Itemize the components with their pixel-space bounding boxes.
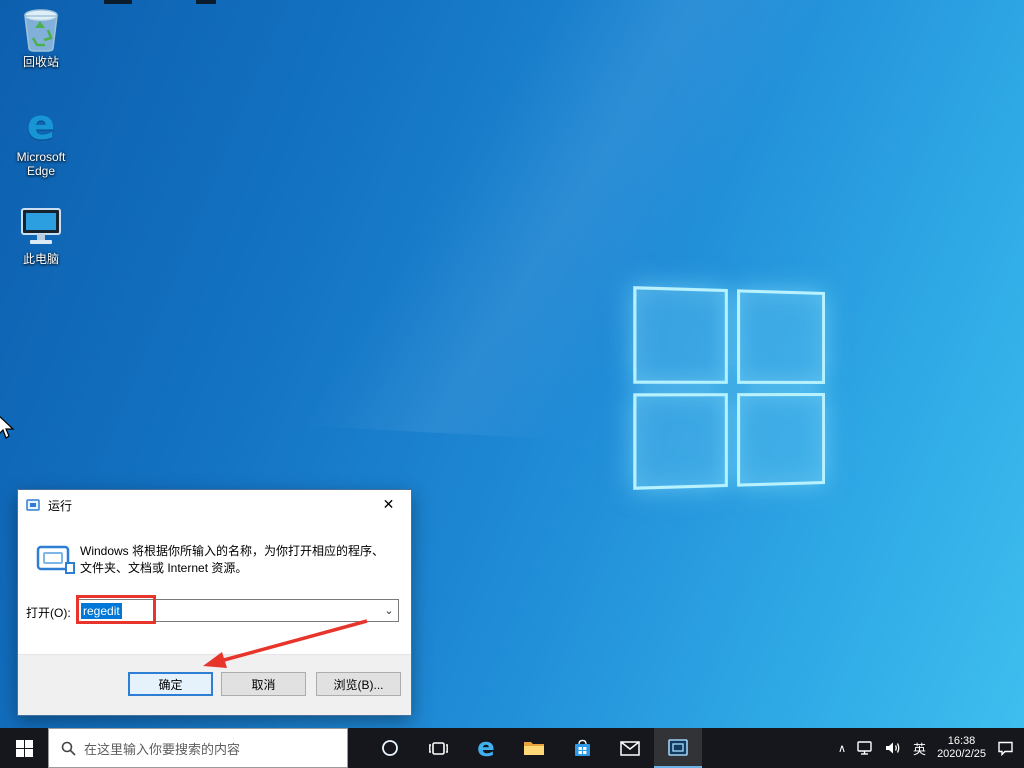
start-button[interactable] <box>0 728 48 768</box>
mail-button[interactable] <box>606 728 654 768</box>
run-dialog-footer: 确定 取消 浏览(B)... <box>18 654 411 715</box>
run-dialog: 运行 ✕ Windows 将根据你所输入的名称，为你打开相应的程序、 文件夹、文… <box>17 489 412 716</box>
desktop-icon-label: 回收站 <box>22 55 59 69</box>
wallpaper-light-beam <box>0 0 1024 477</box>
cortana-icon <box>382 740 398 756</box>
file-explorer-button[interactable] <box>510 728 558 768</box>
microsoft-store-icon <box>574 739 590 756</box>
mail-icon <box>620 740 640 756</box>
open-label: 打开(O): <box>26 606 71 620</box>
screen-artifact <box>104 0 132 4</box>
run-dialog-description: Windows 将根据你所输入的名称，为你打开相应的程序、 文件夹、文档或 In… <box>80 544 385 575</box>
action-center-icon[interactable] <box>997 741 1014 756</box>
volume-icon[interactable] <box>885 741 902 755</box>
desktop-icon-label: 此电脑 <box>22 252 59 266</box>
run-icon <box>36 545 76 580</box>
desktop: 回收站 e Microsoft Edge 此电脑 运行 ✕ Windows 将根… <box>0 0 1024 768</box>
run-command-combobox[interactable]: regedit ⌄ <box>78 599 399 622</box>
run-window-icon <box>668 738 688 756</box>
windows-logo-pane <box>736 289 825 384</box>
system-tray: ∧ 英 16:38 2020/2/25 <box>838 728 1024 768</box>
network-icon[interactable] <box>857 741 874 755</box>
screen-artifact <box>196 0 216 4</box>
task-view-button[interactable] <box>414 728 462 768</box>
cancel-button[interactable]: 取消 <box>221 672 306 696</box>
desktop-icon-recycle-bin[interactable]: 回收站 <box>2 8 80 69</box>
windows-logo-pane <box>736 392 825 487</box>
run-dialog-titlebar[interactable]: 运行 ✕ <box>18 490 411 520</box>
windows-logo <box>633 286 825 490</box>
run-dialog-title-icon <box>26 499 40 511</box>
chevron-down-icon[interactable]: ⌄ <box>380 604 398 617</box>
edge-icon: e <box>477 733 495 763</box>
input-language-indicator[interactable]: 英 <box>913 739 926 758</box>
search-icon <box>61 741 76 756</box>
close-icon[interactable]: ✕ <box>366 490 411 519</box>
microsoft-store-button[interactable] <box>558 728 606 768</box>
start-icon <box>15 739 33 757</box>
taskbar-run-window-button[interactable] <box>654 728 702 768</box>
run-command-input-value[interactable]: regedit <box>81 602 122 619</box>
desktop-icon-label: Microsoft Edge <box>16 150 66 178</box>
tray-expand-icon[interactable]: ∧ <box>838 742 846 755</box>
microsoft-edge-icon: e <box>26 100 56 149</box>
desktop-icon-this-pc[interactable]: 此电脑 <box>2 205 80 266</box>
browse-button[interactable]: 浏览(B)... <box>316 672 401 696</box>
windows-logo-pane <box>633 392 728 490</box>
clock-time: 16:38 <box>947 735 976 747</box>
recycle-bin-icon <box>18 8 64 52</box>
task-view-icon <box>428 741 448 755</box>
taskbar-edge-button[interactable]: e <box>462 728 510 768</box>
clock-date: 2020/2/25 <box>937 748 986 760</box>
windows-logo-pane <box>633 286 728 384</box>
ok-button[interactable]: 确定 <box>128 672 213 696</box>
cortana-button[interactable] <box>366 728 414 768</box>
taskbar-search-input[interactable]: 在这里输入你要搜索的内容 <box>48 728 348 768</box>
desktop-icon-microsoft-edge[interactable]: e Microsoft Edge <box>2 100 80 179</box>
taskbar: 在这里输入你要搜索的内容 e ∧ 英 16:38 2020/2/25 <box>0 728 1024 768</box>
taskbar-clock[interactable]: 16:38 2020/2/25 <box>937 735 986 761</box>
run-dialog-title: 运行 <box>48 498 73 513</box>
search-placeholder: 在这里输入你要搜索的内容 <box>84 741 241 757</box>
file-explorer-icon <box>524 742 544 755</box>
this-pc-icon <box>18 205 64 249</box>
